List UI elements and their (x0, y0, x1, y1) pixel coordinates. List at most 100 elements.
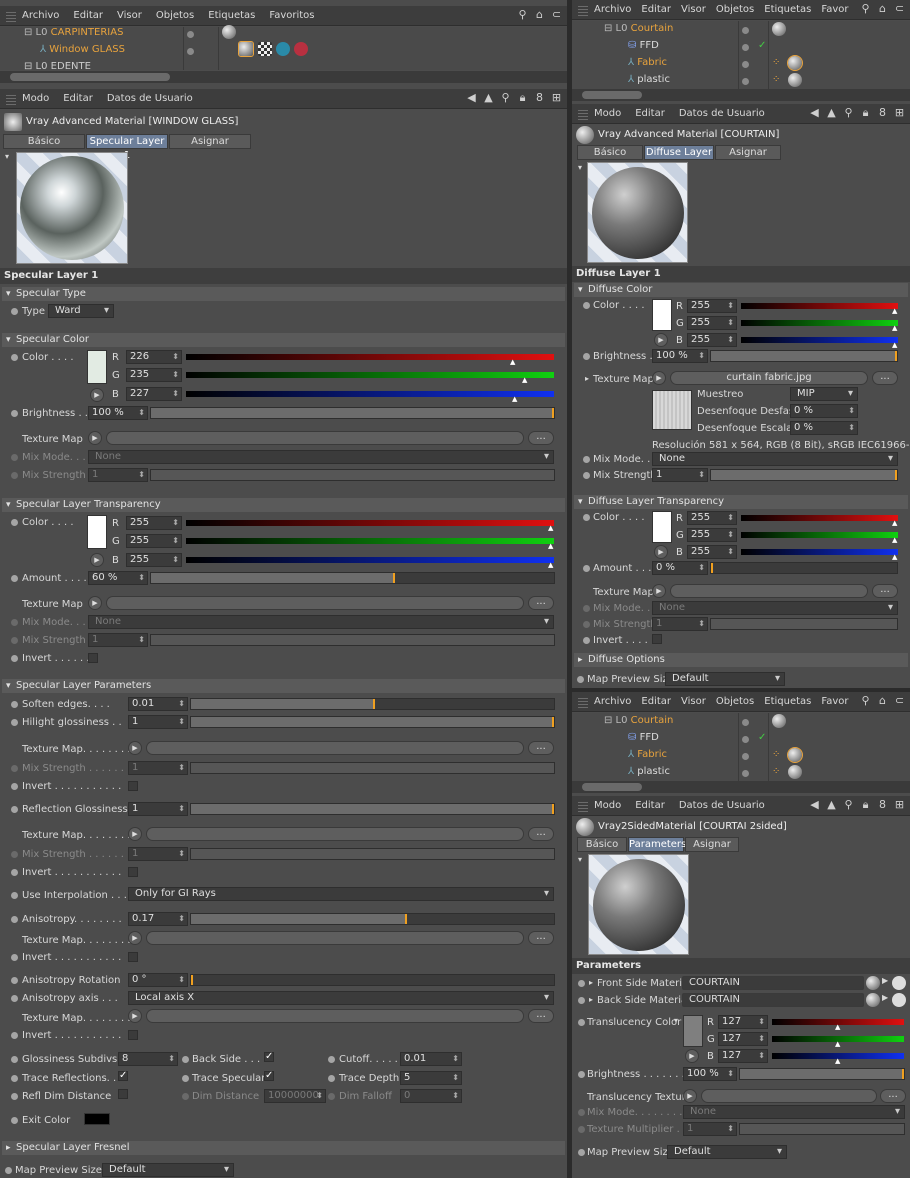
material-tag-icon[interactable] (772, 714, 786, 728)
texture-map-slot[interactable] (670, 584, 868, 598)
menu-editar[interactable]: Editar (641, 4, 671, 15)
arrow-icon[interactable]: ▶ (882, 993, 888, 1002)
dim-distance-input[interactable]: 10000000 (264, 1089, 326, 1103)
material-tag-icon[interactable] (222, 25, 236, 39)
map-preview-size-dropdown[interactable]: Default (667, 1145, 787, 1159)
checker-tag-icon[interactable] (258, 42, 272, 56)
menu-favoritos[interactable]: Favor (821, 4, 848, 15)
expand-arrow-icon[interactable]: ▾ (5, 152, 9, 161)
menu-editar[interactable]: Editar (641, 696, 671, 707)
search-icon[interactable]: ⚲ (842, 798, 855, 812)
trans-r-slider[interactable]: ▲ (741, 515, 898, 527)
up-arrow-icon[interactable]: ▲ (825, 106, 838, 120)
mix-mode-dropdown[interactable]: None (88, 450, 554, 464)
r-input[interactable]: 226 (126, 350, 182, 364)
section-diffuse-options[interactable]: Diffuse Options (574, 653, 908, 667)
transparency-color-swatch[interactable] (652, 511, 672, 543)
trace-depth-input[interactable]: 5 (400, 1071, 462, 1085)
new-window-icon[interactable]: ⊞ (550, 91, 563, 105)
menu-datos-usuario[interactable]: Datos de Usuario (679, 800, 765, 811)
material-tag-icon[interactable] (787, 55, 803, 71)
glossiness-subdivs-input[interactable]: 8 (118, 1052, 178, 1066)
pick-icon[interactable] (892, 976, 906, 990)
expand-arrow-icon[interactable]: ▾ (578, 855, 582, 864)
mix-mode-dropdown[interactable]: None (652, 601, 898, 615)
menu-archivo[interactable]: Archivo (594, 696, 631, 707)
amount-input[interactable]: 60 % (88, 571, 148, 585)
menu-etiquetas[interactable]: Etiquetas (764, 4, 811, 15)
texture-map-browse[interactable]: ... (528, 1009, 554, 1023)
mix-strength-input[interactable]: 1 (88, 468, 148, 482)
menu-editar[interactable]: Editar (73, 10, 103, 21)
anisotropy-slider[interactable] (190, 913, 555, 925)
invert-checkbox[interactable] (128, 781, 138, 791)
g-slider[interactable]: ▲ (186, 372, 554, 384)
texture-map-arrow[interactable]: ▶ (128, 931, 142, 945)
reflection-glossiness-input[interactable]: 1 (128, 802, 188, 816)
front-side-material-slot[interactable]: COURTAIN (682, 976, 864, 990)
r-slider[interactable]: ▲ (186, 354, 554, 366)
texture-multiplier-input[interactable]: 1 (683, 1122, 737, 1136)
check-icon[interactable]: ✓ (758, 40, 766, 51)
up-arrow-icon[interactable]: ▲ (482, 91, 495, 105)
tab-asignar[interactable]: Asignar (169, 134, 251, 149)
uvw-tag-icon[interactable]: ⁘ (772, 57, 780, 68)
trans-b-slider[interactable]: ▲ (741, 549, 898, 561)
brightness-input[interactable]: 100 % (88, 406, 148, 420)
mix-mode-dropdown[interactable]: None (652, 452, 898, 466)
expand-arrow-icon[interactable]: ▾ (578, 163, 582, 172)
pick-icon[interactable] (892, 993, 906, 1007)
object-row-window-glass[interactable]: ⅄ Window GLASS (40, 44, 125, 61)
object-row-fabric[interactable]: ⅄ Fabric (628, 749, 667, 766)
texture-map-slot[interactable] (146, 1009, 524, 1023)
soften-edges-slider[interactable] (190, 698, 555, 710)
texture-multiplier-slider[interactable] (739, 1123, 905, 1135)
texture-map-slot[interactable]: curtain fabric.jpg (670, 371, 868, 385)
uvw-tag-icon[interactable]: ⁘ (772, 766, 780, 777)
texture-map-browse[interactable]: ... (872, 371, 898, 385)
link-icon[interactable]: ⊂ (550, 8, 563, 22)
translucency-texture-browse[interactable]: ... (880, 1089, 906, 1103)
menu-archivo[interactable]: Archivo (594, 4, 631, 15)
new-window-icon[interactable]: ⊞ (893, 106, 906, 120)
trans-r-input[interactable]: 255 (687, 511, 737, 525)
trace-specular-checkbox[interactable]: ✓ (264, 1071, 274, 1081)
section-diffuse-transparency[interactable]: Diffuse Layer Transparency (574, 495, 908, 509)
object-row-courtain[interactable]: ⊟ L0 Courtain (604, 715, 673, 732)
texture-map-browse[interactable]: ... (528, 931, 554, 945)
invert-checkbox[interactable] (128, 867, 138, 877)
brightness-input[interactable]: 100 % (683, 1067, 737, 1081)
grip-icon[interactable] (578, 107, 588, 120)
map-preview-size-dropdown[interactable]: Default (102, 1163, 234, 1177)
arrow-icon[interactable]: ▶ (882, 976, 888, 985)
color-mode-button[interactable]: ▶ (90, 388, 104, 402)
b-slider[interactable]: ▲ (186, 391, 554, 403)
material-tag-icon[interactable] (788, 73, 802, 87)
b-input[interactable]: 255 (687, 333, 737, 347)
mix-strength-input[interactable]: 1 (128, 847, 188, 861)
lock-icon[interactable]: 🔒︎ (859, 798, 872, 812)
mix-strength-input[interactable]: 1 (88, 633, 148, 647)
texture-map-slot[interactable] (146, 931, 524, 945)
lock-icon[interactable]: 🔒︎ (859, 106, 872, 120)
tab-asignar[interactable]: Asignar (715, 145, 781, 160)
tab-parameters[interactable]: Parameters (628, 837, 686, 852)
r-input[interactable]: 255 (687, 299, 737, 313)
b-slider[interactable]: ▲ (741, 337, 898, 349)
search-icon[interactable]: ⚲ (499, 91, 512, 105)
tab-diffuse-layer-1[interactable]: Diffuse Layer 1 (644, 145, 714, 172)
desenfoque-desfase-input[interactable]: 0 % (790, 404, 858, 418)
vray-tag-icon[interactable] (294, 42, 308, 56)
trans-color-mode-button[interactable]: ▶ (654, 545, 668, 559)
anisotropy-rotation-input[interactable]: 0 ° (128, 973, 188, 987)
object-row-ffd[interactable]: ⛁ FFD (628, 40, 659, 57)
texture-map-browse[interactable]: ... (528, 596, 554, 610)
texture-map-arrow[interactable]: ▶ (88, 431, 102, 445)
menu-objetos[interactable]: Objetos (156, 10, 194, 21)
texture-map-browse[interactable]: ... (872, 584, 898, 598)
menu-datos-usuario[interactable]: Datos de Usuario (679, 108, 765, 119)
material-tag-icon[interactable] (238, 41, 254, 57)
object-row-fabric[interactable]: ⅄ Fabric (628, 57, 667, 74)
invert-checkbox[interactable] (128, 952, 138, 962)
back-arrow-icon[interactable]: ◀ (465, 91, 478, 105)
